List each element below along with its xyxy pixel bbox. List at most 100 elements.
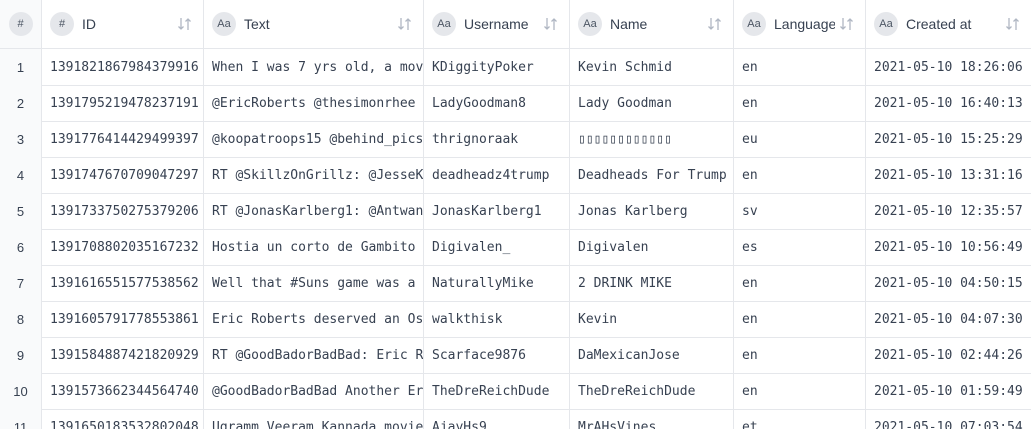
cell-text[interactable]: @EricRoberts @thesimonrhee bbox=[204, 85, 424, 121]
column-header-name[interactable]: Aa Name bbox=[570, 0, 734, 48]
table-row[interactable]: 4 1391747670709047297 RT @SkillzOnGrillz… bbox=[0, 157, 1031, 194]
cell-id[interactable]: 1391733750275379206 bbox=[42, 193, 204, 229]
cell-id[interactable]: 1391795219478237191 bbox=[42, 85, 204, 121]
cell-created-at[interactable]: 2021-05-10 13:31:16 bbox=[866, 157, 1031, 193]
column-label: Text bbox=[244, 16, 270, 32]
cell-id[interactable]: 1391747670709047297 bbox=[42, 157, 204, 193]
cell-text[interactable]: @koopatroops15 @behind_pics bbox=[204, 121, 424, 157]
cell-text[interactable]: Ugramm Veeram Kannada movie bbox=[204, 409, 424, 429]
cell-language[interactable]: et bbox=[734, 409, 866, 429]
cell-name[interactable]: Kevin bbox=[570, 301, 734, 337]
cell-created-at[interactable]: 2021-05-10 02:44:26 bbox=[866, 337, 1031, 373]
cell-language[interactable]: en bbox=[734, 49, 866, 85]
sort-icon[interactable] bbox=[177, 16, 193, 32]
cell-id[interactable]: 1391616551577538562 bbox=[42, 265, 204, 301]
cell-username[interactable]: TheDreReichDude bbox=[424, 373, 570, 409]
cell-username[interactable]: Digivalen_ bbox=[424, 229, 570, 265]
table-row[interactable]: 2 1391795219478237191 @EricRoberts @thes… bbox=[0, 85, 1031, 122]
row-index: 9 bbox=[0, 337, 42, 373]
cell-created-at[interactable]: 2021-05-10 07:03:54 bbox=[866, 409, 1031, 429]
cell-name[interactable]: Deadheads For Trump bbox=[570, 157, 734, 193]
table-row[interactable]: 8 1391605791778553861 Eric Roberts deser… bbox=[0, 301, 1031, 338]
row-index: 8 bbox=[0, 301, 42, 337]
column-header-language[interactable]: Aa Language bbox=[734, 0, 866, 48]
cell-id[interactable]: 1391573662344564740 bbox=[42, 373, 204, 409]
cell-created-at[interactable]: 2021-05-10 01:59:49 bbox=[866, 373, 1031, 409]
cell-id[interactable]: 1391584887421820929 bbox=[42, 337, 204, 373]
cell-username[interactable]: AjayHs9 bbox=[424, 409, 570, 429]
cell-language[interactable]: en bbox=[734, 157, 866, 193]
table-row[interactable]: 10 1391573662344564740 @GoodBadorBadBad … bbox=[0, 373, 1031, 410]
cell-created-at[interactable]: 2021-05-10 04:50:15 bbox=[866, 265, 1031, 301]
cell-name[interactable]: Jonas Karlberg bbox=[570, 193, 734, 229]
cell-language[interactable]: sv bbox=[734, 193, 866, 229]
cell-name[interactable]: Digivalen bbox=[570, 229, 734, 265]
cell-username[interactable]: Scarface9876 bbox=[424, 337, 570, 373]
cell-language[interactable]: en bbox=[734, 85, 866, 121]
cell-name[interactable]: Lady Goodman bbox=[570, 85, 734, 121]
cell-username[interactable]: walkthisk bbox=[424, 301, 570, 337]
cell-name[interactable]: ▯▯▯▯▯▯▯▯▯▯▯▯ bbox=[570, 121, 734, 157]
cell-id[interactable]: 1391776414429499397 bbox=[42, 121, 204, 157]
cell-text[interactable]: Eric Roberts deserved an Os bbox=[204, 301, 424, 337]
table-row[interactable]: 7 1391616551577538562 Well that #Suns ga… bbox=[0, 265, 1031, 302]
table-row[interactable]: 1 1391821867984379916 When I was 7 yrs o… bbox=[0, 49, 1031, 86]
sort-icon[interactable] bbox=[543, 16, 559, 32]
table-row[interactable]: 11 1391650183532802048 Ugramm Veeram Kan… bbox=[0, 409, 1031, 429]
cell-text[interactable]: When I was 7 yrs old, a mov bbox=[204, 49, 424, 85]
sort-icon[interactable] bbox=[839, 16, 855, 32]
text-type-icon: Aa bbox=[432, 12, 456, 36]
cell-language[interactable]: en bbox=[734, 265, 866, 301]
cell-id[interactable]: 1391605791778553861 bbox=[42, 301, 204, 337]
text-type-icon: Aa bbox=[578, 12, 602, 36]
table-row[interactable]: 6 1391708802035167232 Hostia un corto de… bbox=[0, 229, 1031, 266]
column-header-text[interactable]: Aa Text bbox=[204, 0, 424, 48]
cell-created-at[interactable]: 2021-05-10 12:35:57 bbox=[866, 193, 1031, 229]
column-label: Language bbox=[774, 16, 835, 32]
cell-language[interactable]: en bbox=[734, 373, 866, 409]
table-row[interactable]: 5 1391733750275379206 RT @JonasKarlberg1… bbox=[0, 193, 1031, 230]
column-header-created-at[interactable]: Aa Created at bbox=[866, 0, 1031, 48]
cell-created-at[interactable]: 2021-05-10 10:56:49 bbox=[866, 229, 1031, 265]
cell-name[interactable]: MrAHsVines bbox=[570, 409, 734, 429]
cell-created-at[interactable]: 2021-05-10 15:25:29 bbox=[866, 121, 1031, 157]
cell-username[interactable]: JonasKarlberg1 bbox=[424, 193, 570, 229]
cell-username[interactable]: LadyGoodman8 bbox=[424, 85, 570, 121]
column-header-username[interactable]: Aa Username bbox=[424, 0, 570, 48]
text-type-icon: Aa bbox=[742, 12, 766, 36]
sort-icon[interactable] bbox=[397, 16, 413, 32]
cell-username[interactable]: deadheadz4trump bbox=[424, 157, 570, 193]
cell-username[interactable]: KDiggityPoker bbox=[424, 49, 570, 85]
cell-username[interactable]: thrignoraak bbox=[424, 121, 570, 157]
sort-icon[interactable] bbox=[1005, 16, 1021, 32]
cell-id[interactable]: 1391708802035167232 bbox=[42, 229, 204, 265]
cell-name[interactable]: Kevin Schmid bbox=[570, 49, 734, 85]
cell-name[interactable]: 2 DRINK MIKE bbox=[570, 265, 734, 301]
column-header-id[interactable]: # ID bbox=[42, 0, 204, 48]
cell-language[interactable]: en bbox=[734, 301, 866, 337]
cell-created-at[interactable]: 2021-05-10 16:40:13 bbox=[866, 85, 1031, 121]
cell-text[interactable]: Hostia un corto de Gambito bbox=[204, 229, 424, 265]
cell-language[interactable]: es bbox=[734, 229, 866, 265]
row-index: 10 bbox=[0, 373, 42, 409]
cell-language[interactable]: eu bbox=[734, 121, 866, 157]
cell-text[interactable]: @GoodBadorBadBad Another Er bbox=[204, 373, 424, 409]
column-label: ID bbox=[82, 16, 96, 32]
cell-text[interactable]: RT @GoodBadorBadBad: Eric R bbox=[204, 337, 424, 373]
cell-text[interactable]: RT @JonasKarlberg1: @Antwan bbox=[204, 193, 424, 229]
cell-name[interactable]: DaMexicanJose bbox=[570, 337, 734, 373]
table-row[interactable]: 9 1391584887421820929 RT @GoodBadorBadBa… bbox=[0, 337, 1031, 374]
cell-language[interactable]: en bbox=[734, 337, 866, 373]
cell-created-at[interactable]: 2021-05-10 04:07:30 bbox=[866, 301, 1031, 337]
cell-created-at[interactable]: 2021-05-10 18:26:06 bbox=[866, 49, 1031, 85]
sort-icon[interactable] bbox=[707, 16, 723, 32]
cell-name[interactable]: TheDreReichDude bbox=[570, 373, 734, 409]
table-row[interactable]: 3 1391776414429499397 @koopatroops15 @be… bbox=[0, 121, 1031, 158]
column-label: Created at bbox=[906, 16, 972, 32]
row-index: 4 bbox=[0, 157, 42, 193]
cell-id[interactable]: 1391650183532802048 bbox=[42, 409, 204, 429]
cell-text[interactable]: RT @SkillzOnGrillz: @JesseK bbox=[204, 157, 424, 193]
cell-username[interactable]: NaturallyMike bbox=[424, 265, 570, 301]
cell-id[interactable]: 1391821867984379916 bbox=[42, 49, 204, 85]
cell-text[interactable]: Well that #Suns game was a bbox=[204, 265, 424, 301]
